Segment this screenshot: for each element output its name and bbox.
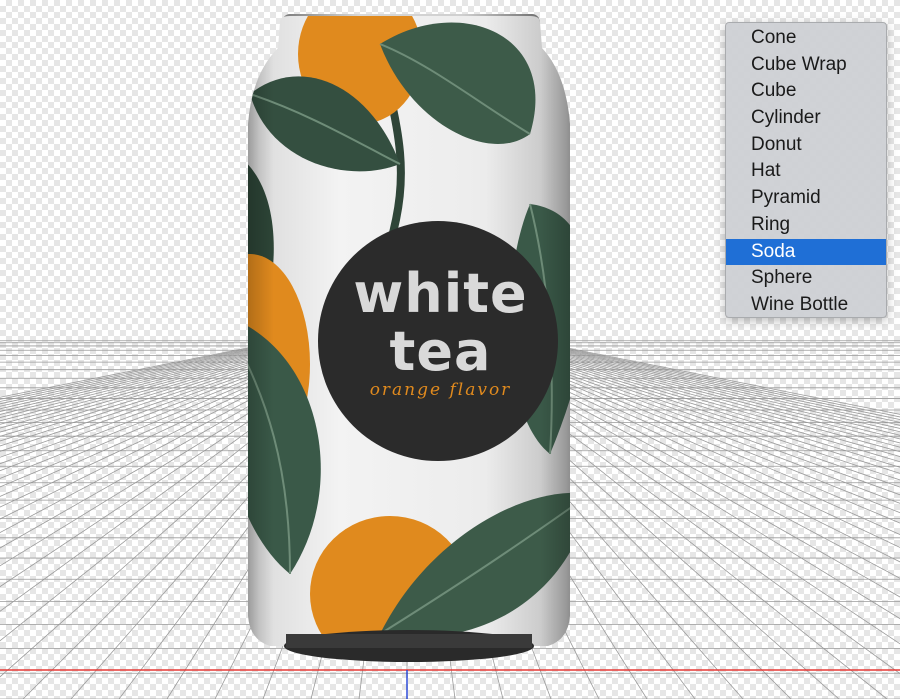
soda-can-graphic bbox=[248, 14, 570, 662]
menu-item-soda[interactable]: Soda bbox=[726, 238, 886, 266]
menu-item-ring[interactable]: Ring bbox=[726, 212, 886, 239]
menu-item-sphere[interactable]: Sphere bbox=[726, 265, 886, 292]
menu-item-hat[interactable]: Hat bbox=[726, 158, 886, 185]
menu-item-cube[interactable]: Cube bbox=[726, 78, 886, 105]
label-circle bbox=[318, 221, 558, 461]
menu-item-cylinder[interactable]: Cylinder bbox=[726, 105, 886, 132]
menu-item-wine-bottle[interactable]: Wine Bottle bbox=[726, 292, 886, 319]
menu-item-cube-wrap[interactable]: Cube Wrap bbox=[726, 52, 886, 79]
menu-item-pyramid[interactable]: Pyramid bbox=[726, 185, 886, 212]
menu-item-cone[interactable]: Cone bbox=[726, 25, 886, 52]
shape-preset-menu[interactable]: Cone Cube Wrap Cube Cylinder Donut Hat P… bbox=[725, 22, 887, 318]
soda-can-model[interactable]: white tea orange flavor bbox=[230, 14, 595, 694]
3d-viewport[interactable]: white tea orange flavor Cone Cube Wrap C… bbox=[0, 0, 900, 699]
menu-item-donut[interactable]: Donut bbox=[726, 132, 886, 159]
